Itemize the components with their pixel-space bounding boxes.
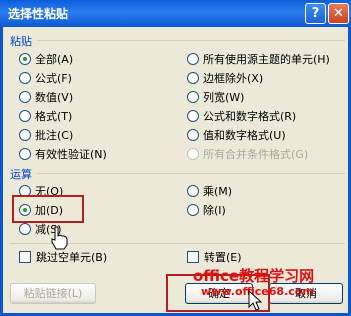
option-label: 批注(C)	[35, 129, 74, 142]
radio-icon	[187, 185, 199, 197]
option-label: 数值(V)	[35, 91, 74, 104]
help-button[interactable]: ?	[305, 3, 326, 24]
radio-icon	[187, 204, 199, 216]
checkbox-icon	[187, 251, 199, 263]
option-label: 格式(T)	[35, 110, 73, 123]
option-label: 乘(M)	[203, 185, 233, 198]
operation-group-label: 运算	[10, 168, 32, 181]
radio-selected-icon	[19, 53, 31, 65]
operation-option-divide[interactable]: 除(I)	[187, 202, 226, 218]
option-label: 除(I)	[203, 204, 226, 217]
option-label: 公式和数字格式(R)	[203, 110, 297, 123]
radio-icon	[187, 91, 199, 103]
option-label: 所有使用源主题的单元(H)	[203, 53, 330, 66]
operation-divider	[37, 173, 345, 174]
paste-option-values-number-formats[interactable]: 值和数字格式(U)	[187, 127, 286, 143]
watermark-title: office教程学习网	[193, 267, 315, 285]
dialog-body: 粘贴 全部(A) 公式(F) 数值(V) 格式(T) 批注(C) 有效性验证(N…	[0, 27, 351, 316]
option-label: 全部(A)	[35, 53, 74, 66]
option-label: 有效性验证(N)	[35, 148, 107, 161]
paste-link-button: 粘贴链接(L)	[10, 283, 96, 304]
paste-option-validation[interactable]: 有效性验证(N)	[19, 146, 107, 162]
option-label: 值和数字格式(U)	[203, 129, 286, 142]
radio-icon	[19, 72, 31, 84]
paste-option-except-borders[interactable]: 边框除外(X)	[187, 70, 263, 86]
paste-option-all[interactable]: 全部(A)	[19, 51, 73, 67]
radio-icon	[19, 148, 31, 160]
help-icon: ?	[311, 6, 320, 21]
title-bar: 选择性粘贴 ? ✕	[0, 0, 351, 27]
paste-option-merge-conditional: 所有合并条件格式(G)	[187, 146, 308, 162]
option-label: 所有合并条件格式(G)	[203, 148, 309, 161]
radio-icon	[187, 129, 199, 141]
paste-option-formats[interactable]: 格式(T)	[19, 108, 72, 124]
radio-icon	[187, 72, 199, 84]
highlight-box-add	[12, 195, 84, 223]
radio-icon	[19, 91, 31, 103]
paste-group-label: 粘贴	[10, 35, 32, 48]
checkbox-label: 跳过空单元(B)	[36, 251, 108, 264]
window-title: 选择性粘贴	[8, 7, 69, 21]
radio-icon	[187, 53, 199, 65]
paste-option-formulas-number-formats[interactable]: 公式和数字格式(R)	[187, 108, 296, 124]
arrow-cursor-icon	[248, 289, 263, 311]
transpose-checkbox[interactable]: 转置(E)	[187, 249, 242, 265]
option-label: 列宽(W)	[203, 91, 245, 104]
option-label: 边框除外(X)	[203, 72, 264, 85]
radio-icon	[19, 223, 31, 235]
hand-cursor-icon	[51, 226, 68, 250]
radio-icon	[19, 110, 31, 122]
paste-option-column-widths[interactable]: 列宽(W)	[187, 89, 244, 105]
radio-icon	[19, 129, 31, 141]
paste-option-comments[interactable]: 批注(C)	[19, 127, 73, 143]
close-icon: ✕	[333, 6, 344, 21]
radio-disabled-icon	[187, 148, 199, 160]
radio-icon	[187, 110, 199, 122]
operation-option-multiply[interactable]: 乘(M)	[187, 183, 232, 199]
paste-option-values[interactable]: 数值(V)	[19, 89, 73, 105]
skip-blanks-checkbox[interactable]: 跳过空单元(B)	[19, 249, 107, 265]
paste-option-source-theme[interactable]: 所有使用源主题的单元(H)	[187, 51, 330, 67]
checkbox-icon	[19, 251, 31, 263]
paste-option-formulas[interactable]: 公式(F)	[19, 70, 72, 86]
checkbox-label: 转置(E)	[204, 251, 242, 264]
option-label: 公式(F)	[35, 72, 72, 85]
close-button[interactable]: ✕	[328, 3, 349, 24]
paste-divider	[37, 40, 345, 41]
